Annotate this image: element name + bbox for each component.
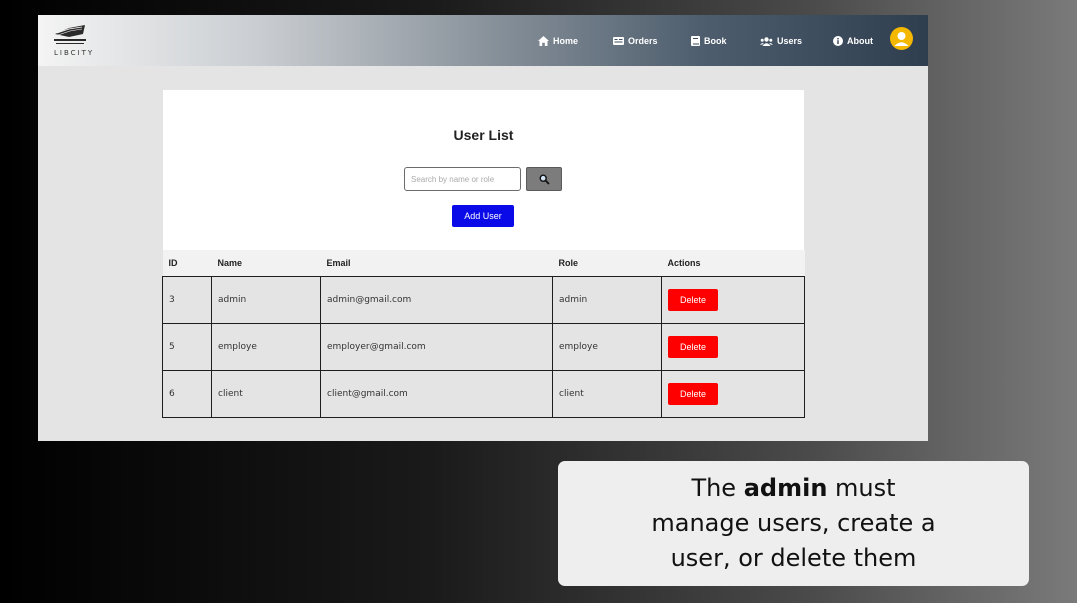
libcity-logo[interactable]: LIBCITY — [53, 22, 99, 60]
table-row: 5 employe employer@gmail.com employe Del… — [162, 322, 805, 371]
orders-icon — [613, 37, 624, 45]
column-header-id: ID — [168, 257, 178, 268]
book-logo-icon — [54, 25, 86, 44]
delete-button[interactable]: Delete — [668, 335, 718, 358]
cell-actions: Delete — [661, 369, 805, 418]
table-header-row: ID Name Email Role Actions — [162, 250, 805, 276]
nav-item-book[interactable]: Book — [691, 34, 727, 48]
cell-actions: Delete — [661, 275, 805, 324]
caption-text: The admin must manage users, create a us… — [644, 471, 944, 576]
column-header-actions: Actions — [667, 257, 701, 268]
nav-label-home: Home — [553, 36, 579, 46]
user-list-card: User List Add User — [163, 90, 804, 250]
nav-label-users: Users — [777, 36, 803, 46]
nav-label-book: Book — [704, 36, 727, 46]
column-header-name: Name — [217, 257, 243, 268]
cell-name: employe — [211, 322, 321, 371]
users-table: ID Name Email Role Actions 3 admin admin… — [162, 250, 805, 418]
delete-button[interactable]: Delete — [668, 288, 718, 311]
nav-label-about: About — [847, 36, 873, 46]
cell-actions: Delete — [661, 322, 805, 371]
avatar[interactable] — [890, 27, 913, 50]
table-row: 6 client client@gmail.com client Delete — [162, 369, 805, 418]
nav-item-home[interactable]: Home — [538, 34, 578, 48]
add-user-button[interactable]: Add User — [452, 205, 514, 227]
column-header-role: Role — [558, 257, 579, 268]
cell-role: employe — [552, 322, 662, 371]
users-icon — [760, 36, 773, 46]
nav-item-orders[interactable]: Orders — [613, 34, 658, 48]
search-button[interactable] — [526, 167, 562, 191]
cell-role: admin — [552, 275, 662, 324]
home-icon — [538, 36, 549, 46]
user-icon — [894, 32, 909, 46]
cell-id: 5 — [162, 322, 212, 371]
cell-name: client — [211, 369, 321, 418]
caption-text-bold: admin — [743, 474, 828, 502]
app-window: LIBCITY Home Orders Book Users About Use… — [38, 15, 928, 441]
nav-label-orders: Orders — [628, 36, 658, 46]
cell-email: employer@gmail.com — [320, 322, 553, 371]
magnifier-icon — [539, 174, 550, 185]
caption-box: The admin must manage users, create a us… — [558, 461, 1029, 586]
cell-email: client@gmail.com — [320, 369, 553, 418]
nav-item-about[interactable]: About — [833, 34, 873, 48]
info-icon — [833, 36, 843, 46]
nav-item-users[interactable]: Users — [760, 34, 802, 48]
caption-text-before: The — [691, 474, 744, 502]
cell-name: admin — [211, 275, 321, 324]
cell-id: 3 — [162, 275, 212, 324]
book-icon — [691, 36, 700, 46]
cell-email: admin@gmail.com — [320, 275, 553, 324]
page-title: User List — [453, 127, 514, 143]
column-header-email: Email — [326, 257, 351, 268]
delete-button[interactable]: Delete — [668, 382, 718, 405]
cell-role: client — [552, 369, 662, 418]
navbar: LIBCITY Home Orders Book Users About — [38, 15, 928, 66]
search-input[interactable] — [404, 167, 521, 191]
logo-text: LIBCITY — [54, 49, 95, 57]
table-row: 3 admin admin@gmail.com admin Delete — [162, 275, 805, 324]
cell-id: 6 — [162, 369, 212, 418]
